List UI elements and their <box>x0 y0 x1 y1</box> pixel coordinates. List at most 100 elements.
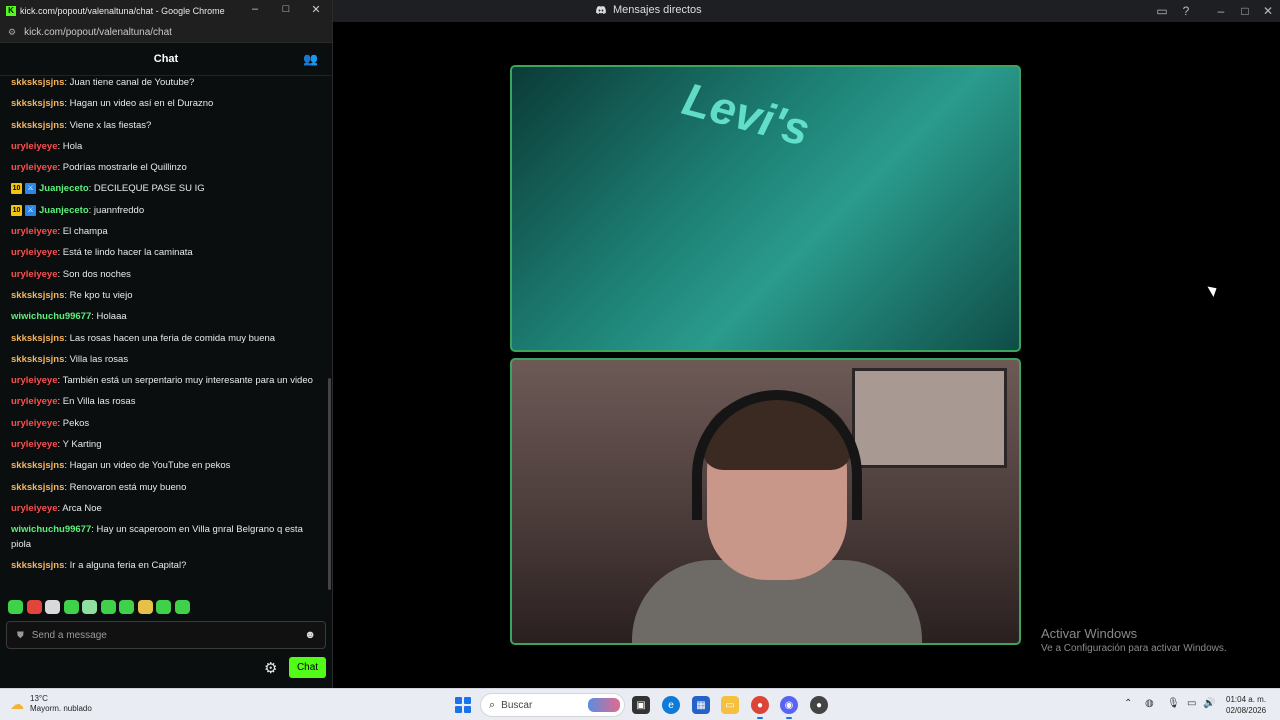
chrome-popup-window: K kick.com/popout/valenaltuna/chat - Goo… <box>0 0 333 688</box>
chat-username[interactable]: skksksjsjns <box>11 560 64 571</box>
chat-message: skksksjsjns: Las rosas hacen una feria d… <box>11 332 317 347</box>
site-info-icon[interactable]: ⚙ <box>8 27 16 38</box>
chat-message: 10 ⚔ Juanjeceto: juannfreddo <box>11 204 317 219</box>
settings-gear-icon[interactable]: ⚙ <box>264 659 277 677</box>
chat-username[interactable]: uryleiyeye <box>11 439 57 450</box>
chat-username[interactable]: skksksjsjns <box>11 482 64 493</box>
taskbar-search-input[interactable] <box>501 699 582 711</box>
emote-icon[interactable] <box>26 600 42 614</box>
minimize-button[interactable]: – <box>1213 3 1229 19</box>
chat-header-title: Chat <box>153 53 179 65</box>
chrome-maximize-button[interactable]: □ <box>278 3 294 15</box>
emote-icon[interactable] <box>100 600 116 614</box>
chat-message-text: : Hola <box>57 140 83 152</box>
display-icon[interactable]: ▭ <box>1187 698 1196 709</box>
discord-taskbar-icon[interactable]: ◉ <box>780 696 798 719</box>
chrome-minimize-button[interactable]: – <box>247 3 263 15</box>
windows-taskbar: ☁ 13°C Mayorm. nublado ⌕ ▣ e ▦ ▭ ● ◉ ● ⌃… <box>0 688 1280 720</box>
chrome-titlebar: K kick.com/popout/valenaltuna/chat - Goo… <box>0 0 332 22</box>
chat-scrollbar[interactable] <box>328 378 331 590</box>
emote-icon[interactable] <box>82 600 97 614</box>
chat-username[interactable]: uryleiyeye <box>11 247 57 258</box>
microphone-icon[interactable]: 🎙 <box>1167 698 1180 709</box>
emote-icon[interactable] <box>137 600 153 614</box>
chat-username[interactable]: uryleiyeye <box>11 396 57 407</box>
file-explorer-icon[interactable]: ▭ <box>721 696 739 714</box>
emote-bar <box>8 600 190 614</box>
chat-message-text: : Arca Noe <box>57 502 102 514</box>
chat-username[interactable]: skksksjsjns <box>11 460 64 471</box>
send-chat-button[interactable]: Chat <box>289 657 326 678</box>
store-icon[interactable]: ▦ <box>692 696 710 714</box>
chat-messages[interactable]: skksksjsjns: Juan tiene canal de Youtube… <box>0 76 328 591</box>
chat-message-input[interactable] <box>31 629 282 641</box>
weather-condition: Mayorm. nublado <box>30 704 92 713</box>
tray-network-app-icon[interactable]: ◍ <box>1145 698 1154 709</box>
chat-username[interactable]: wiwichuchu99677 <box>11 524 91 535</box>
video-tile-participant-1[interactable]: Levi's <box>510 65 1021 352</box>
chat-message: skksksjsjns: Villa las rosas <box>11 353 317 368</box>
app-icon[interactable]: ● <box>810 696 828 714</box>
task-view-icon[interactable]: ▣ <box>632 696 650 714</box>
chat-input-container[interactable]: ⛊ ☻ <box>6 621 326 649</box>
chat-username[interactable]: uryleiyeye <box>11 503 57 514</box>
chat-username[interactable]: skksksjsjns <box>11 333 64 344</box>
emote-icon[interactable] <box>119 600 134 614</box>
chat-message: skksksjsjns: Viene x las fiestas? <box>11 119 317 134</box>
edge-icon[interactable]: e <box>662 696 680 714</box>
weather-temp: 13°C <box>30 694 48 703</box>
chat-message: skksksjsjns: Hagan un video de YouTube e… <box>11 459 317 474</box>
emote-icon[interactable] <box>156 600 171 614</box>
chat-username[interactable]: Juanjeceto <box>39 183 89 194</box>
chat-username[interactable]: uryleiyeye <box>11 375 57 386</box>
chat-message-text: : Y Karting <box>57 439 102 451</box>
chat-username[interactable]: wiwichuchu99677 <box>11 311 91 322</box>
maximize-button[interactable]: □ <box>1237 3 1253 19</box>
emote-icon[interactable] <box>8 600 23 614</box>
activate-windows-watermark: Activar Windows Ve a Configuración para … <box>1041 626 1227 654</box>
wall-painting <box>852 368 1007 468</box>
volume-icon[interactable]: 🔊 <box>1203 698 1215 709</box>
subscriber-badge-icon: 10 <box>11 204 22 216</box>
chat-username[interactable]: skksksjsjns <box>11 98 64 109</box>
chat-username[interactable]: uryleiyeye <box>11 226 57 237</box>
close-button[interactable]: ✕ <box>1260 3 1276 19</box>
start-button[interactable] <box>455 697 471 713</box>
url-text[interactable]: kick.com/popout/valenaltuna/chat <box>24 27 172 38</box>
chat-message: uryleiyeye: Pekos <box>11 417 317 432</box>
chat-username[interactable]: uryleiyeye <box>11 141 57 152</box>
chat-username[interactable]: Juanjeceto <box>39 205 89 216</box>
chat-message-text: : Hagan un video así en el Durazno <box>64 98 214 110</box>
emote-icon[interactable] <box>45 600 60 614</box>
chat-message: uryleiyeye: Podrías mostrarle el Quillin… <box>11 161 317 176</box>
chat-message-text: : Pekos <box>57 417 90 429</box>
chat-username[interactable]: skksksjsjns <box>11 77 64 88</box>
chat-message-text: : Viene x las fiestas? <box>64 119 152 131</box>
chat-username[interactable]: skksksjsjns <box>11 290 64 301</box>
emote-icon[interactable] <box>63 600 79 614</box>
taskbar-search[interactable]: ⌕ <box>480 693 625 717</box>
chat-username[interactable]: uryleiyeye <box>11 162 57 173</box>
emote-icon[interactable] <box>174 600 190 614</box>
chat-username[interactable]: uryleiyeye <box>11 418 57 429</box>
cloudy-weather-icon: ☁ <box>10 695 24 712</box>
chat-username[interactable]: skksksjsjns <box>11 120 64 131</box>
chrome-icon[interactable]: ● <box>751 696 769 719</box>
chrome-close-button[interactable]: ✕ <box>308 3 324 16</box>
chat-message: wiwichuchu99677: Holaaa <box>11 310 317 325</box>
users-icon[interactable]: 👥 <box>303 52 318 66</box>
chat-username[interactable]: uryleiyeye <box>11 269 57 280</box>
address-bar[interactable]: ⚙ kick.com/popout/valenaltuna/chat <box>0 22 332 43</box>
inbox-icon[interactable]: ▭ <box>1154 3 1170 19</box>
chat-message-text: : Renovaron está muy bueno <box>64 481 187 493</box>
clock-date: 02/08/2026 <box>1226 706 1267 715</box>
chat-username[interactable]: skksksjsjns <box>11 354 64 365</box>
weather-widget[interactable]: ☁ 13°C Mayorm. nublado <box>10 694 92 714</box>
video-tile-participant-2[interactable] <box>510 358 1021 645</box>
taskbar-clock[interactable]: 01:04 a. m. 02/08/2026 <box>1226 694 1266 716</box>
help-icon[interactable]: ? <box>1178 3 1194 19</box>
discord-title: Mensajes directos <box>595 4 702 16</box>
tray-chevron-up-icon[interactable]: ⌃ <box>1124 698 1132 709</box>
emoji-icon[interactable]: ☻ <box>304 629 316 641</box>
chat-message-text: : Hagan un video de YouTube en pekos <box>64 460 231 472</box>
